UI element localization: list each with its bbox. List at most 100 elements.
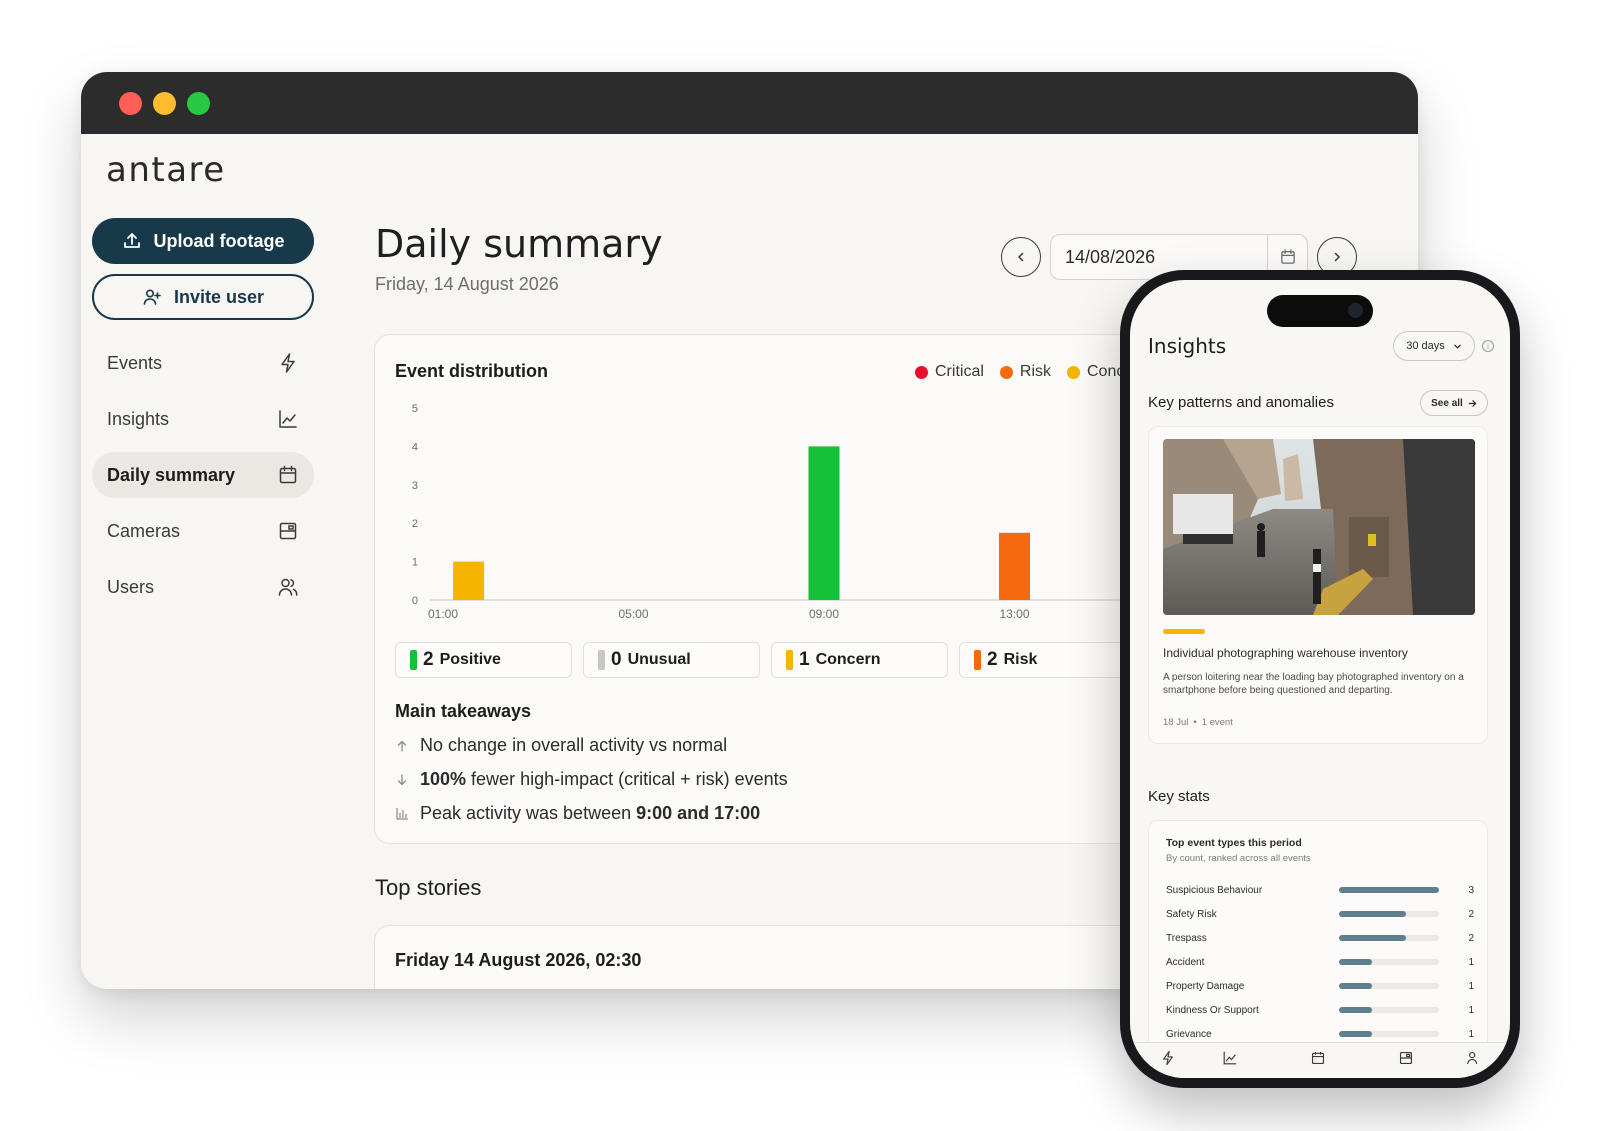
stat-name: Grievance bbox=[1166, 1028, 1212, 1040]
stat-bar-track bbox=[1339, 1007, 1439, 1013]
stat-bar-track bbox=[1339, 1031, 1439, 1037]
event-distribution-title: Event distribution bbox=[395, 361, 548, 381]
key-stats-card: Top event types this period By count, ra… bbox=[1148, 820, 1488, 1078]
y-tick-label: 3 bbox=[412, 480, 418, 492]
story-title: Individual photographing warehouse inven… bbox=[1163, 646, 1408, 660]
info-icon[interactable]: i bbox=[1482, 340, 1494, 352]
pill-label: Concern bbox=[815, 651, 881, 668]
time-range-value: 30 days bbox=[1406, 340, 1445, 352]
sidebar-item-users[interactable]: Users bbox=[92, 564, 314, 610]
page-subtitle-date: Friday, 14 August 2026 bbox=[375, 274, 559, 294]
sidebar-item-label: Users bbox=[107, 576, 155, 597]
line-chart-icon bbox=[279, 410, 297, 428]
stat-name: Suspicious Behaviour bbox=[1166, 884, 1263, 896]
takeaway-item: No change in overall activity vs normal bbox=[395, 735, 727, 756]
stat-bar-track bbox=[1339, 887, 1439, 893]
mobile-screen: Insights 30 days i Key patterns and anom… bbox=[1130, 280, 1510, 1078]
stats-card-subtitle: By count, ranked across all events bbox=[1166, 853, 1311, 864]
stat-name: Accident bbox=[1166, 956, 1205, 968]
invite-user-button[interactable]: Invite user bbox=[92, 274, 314, 320]
upload-footage-button[interactable]: Upload footage bbox=[92, 218, 314, 264]
close-window-button[interactable] bbox=[119, 92, 142, 115]
story-heading: Friday 14 August 2026, 02:30 bbox=[395, 950, 642, 970]
line-chart-icon[interactable] bbox=[1222, 1050, 1238, 1066]
y-tick-label: 4 bbox=[412, 441, 418, 453]
takeaway-text: 100% fewer high-impact (critical + risk)… bbox=[420, 769, 788, 789]
stats-card-title: Top event types this period bbox=[1166, 837, 1302, 849]
stat-count: 3 bbox=[1468, 884, 1474, 896]
stat-row: Safety Risk 2 bbox=[1166, 907, 1474, 921]
sidebar-item-cameras[interactable]: Cameras bbox=[92, 508, 314, 554]
story-description: A person loitering near the loading bay … bbox=[1163, 672, 1464, 696]
calendar-icon[interactable] bbox=[1310, 1050, 1326, 1066]
previous-day-button[interactable] bbox=[1001, 237, 1041, 277]
stat-count: 1 bbox=[1468, 1028, 1474, 1040]
x-tick-label: 01:00 bbox=[428, 607, 458, 621]
see-all-button[interactable]: See all bbox=[1420, 390, 1488, 416]
pattern-story-card[interactable]: Individual photographing warehouse inven… bbox=[1148, 426, 1488, 744]
stat-bar-fill bbox=[1339, 935, 1406, 941]
sidebar-item-insights[interactable]: Insights bbox=[92, 396, 314, 442]
concern-accent-bar bbox=[1163, 629, 1205, 634]
top-stories-title: Top stories bbox=[375, 875, 482, 900]
front-camera bbox=[1348, 303, 1363, 318]
maximize-window-button[interactable] bbox=[187, 92, 210, 115]
lightning-icon bbox=[281, 353, 295, 373]
story-meta: 18 Jul • 1 event bbox=[1163, 717, 1233, 728]
stat-bar-fill bbox=[1339, 1007, 1373, 1013]
takeaway-text: No change in overall activity vs normal bbox=[420, 735, 728, 755]
camera-card-icon[interactable] bbox=[1398, 1050, 1414, 1066]
y-tick-label: 0 bbox=[412, 595, 418, 607]
app-logo[interactable]: antare bbox=[106, 150, 226, 190]
invite-user-label: Invite user bbox=[173, 286, 265, 307]
legend-swatch bbox=[1067, 365, 1080, 379]
chevron-left-icon bbox=[1017, 252, 1024, 262]
sidebar-item-daily-summary[interactable]: Daily summary bbox=[92, 452, 314, 498]
takeaway-text: Peak activity was between 9:00 and 17:00 bbox=[420, 803, 761, 823]
add-user-icon bbox=[143, 289, 161, 305]
sidebar-item-events[interactable]: Events bbox=[92, 340, 314, 386]
legend-item-concern: Conc bbox=[1067, 363, 1124, 381]
stat-count: 1 bbox=[1468, 956, 1474, 968]
stat-name: Trespass bbox=[1166, 932, 1207, 944]
stat-bar-fill bbox=[1339, 1031, 1373, 1037]
chart-bar-risk[interactable] bbox=[999, 532, 1030, 600]
count-pill-risk[interactable]: 2 Risk bbox=[959, 642, 1136, 678]
date-value[interactable]: 14/08/2026 bbox=[1051, 247, 1267, 268]
lightning-icon[interactable] bbox=[1160, 1050, 1176, 1066]
minimize-window-button[interactable] bbox=[153, 92, 176, 115]
cctv-snapshot-image[interactable] bbox=[1163, 439, 1475, 615]
bar-chart-icon bbox=[395, 807, 409, 821]
pill-color-bar bbox=[974, 650, 981, 670]
legend-label: Risk bbox=[1019, 363, 1051, 380]
sidebar-item-label: Daily summary bbox=[107, 464, 236, 485]
count-pill-concern[interactable]: 1 Concern bbox=[771, 642, 948, 678]
count-pill-unusual[interactable]: 0 Unusual bbox=[583, 642, 760, 678]
window-titlebar bbox=[81, 72, 1418, 134]
stat-count: 1 bbox=[1468, 980, 1474, 992]
pill-count: 0 bbox=[611, 649, 622, 670]
chart-legend: Critical Risk Conc bbox=[915, 363, 1124, 381]
key-patterns-title: Key patterns and anomalies bbox=[1148, 394, 1334, 411]
legend-label: Critical bbox=[935, 363, 984, 380]
mobile-tab-bar bbox=[1130, 1042, 1510, 1078]
arrow-up-icon bbox=[395, 739, 409, 753]
chart-bar-concern[interactable] bbox=[453, 561, 485, 600]
pill-color-bar bbox=[598, 650, 605, 670]
time-range-dropdown[interactable]: 30 days bbox=[1393, 331, 1475, 361]
y-tick-label: 5 bbox=[412, 403, 418, 415]
pill-label: Positive bbox=[439, 651, 501, 668]
stat-bar-fill bbox=[1339, 911, 1406, 917]
calendar-icon bbox=[279, 465, 297, 484]
camera-card-icon bbox=[279, 522, 297, 540]
stat-bar-track bbox=[1339, 935, 1439, 941]
story-event-count: 1 event bbox=[1201, 717, 1233, 728]
stat-row: Suspicious Behaviour 3 bbox=[1166, 883, 1474, 897]
takeaway-item: 100% fewer high-impact (critical + risk)… bbox=[395, 769, 788, 790]
stat-name: Safety Risk bbox=[1166, 908, 1217, 920]
legend-swatch bbox=[999, 365, 1013, 379]
stat-count: 1 bbox=[1468, 1004, 1474, 1016]
count-pill-positive[interactable]: 2 Positive bbox=[395, 642, 572, 678]
chart-bar-positive[interactable] bbox=[808, 446, 840, 600]
users-icon[interactable] bbox=[1466, 1050, 1482, 1066]
